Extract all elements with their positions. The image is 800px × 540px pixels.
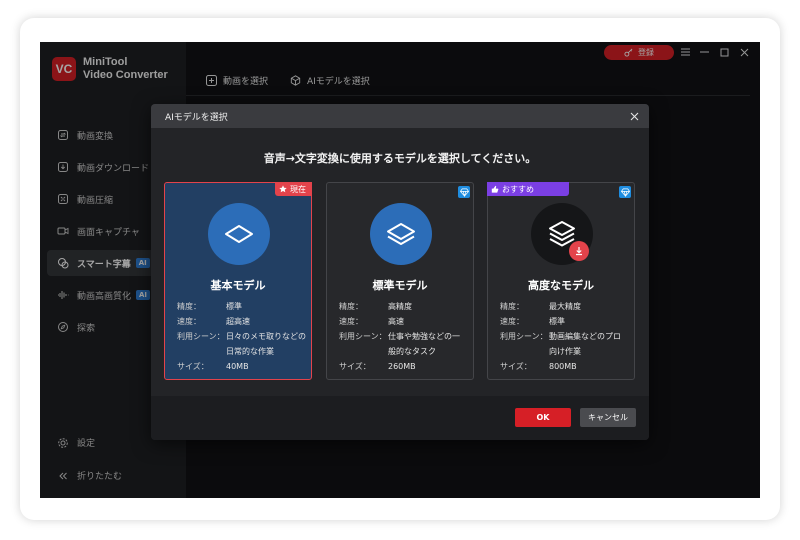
current-badge-label: 現在 bbox=[290, 184, 306, 194]
model-icon-circle bbox=[208, 203, 270, 265]
spec-accuracy: 精度： 最大精度 bbox=[500, 302, 581, 311]
spec-speed: 速度： 高速 bbox=[339, 317, 404, 326]
spec-speed: 速度： 標準 bbox=[500, 317, 565, 326]
cancel-button[interactable]: キャンセル bbox=[580, 408, 636, 427]
model-name: 高度なモデル bbox=[528, 279, 594, 292]
spec-use: 利用シーン： 仕事や勉強などの一 bbox=[339, 332, 460, 341]
model-icon-circle bbox=[370, 203, 432, 265]
model-card-standard[interactable]: 標準モデル 精度： 高精度 速度： 高速 利用シーン： 仕事や勉強などの一 般的なタス… bbox=[326, 182, 474, 380]
spec-size: サイズ： 800MB bbox=[500, 362, 577, 371]
thumbs-up-icon bbox=[491, 185, 499, 193]
model-name: 標準モデル bbox=[372, 279, 428, 292]
layers-icon bbox=[387, 223, 415, 245]
close-icon bbox=[630, 112, 638, 120]
model-name: 基本モデル bbox=[210, 279, 266, 292]
spec-size: サイズ： 260MB bbox=[339, 362, 416, 371]
spec-speed: 速度： 超高速 bbox=[177, 317, 250, 326]
spec-size: サイズ： 40MB bbox=[177, 362, 249, 371]
dialog-title: 音声→文字変換に使用するモデルを選択してください。 bbox=[263, 152, 537, 165]
diamond-icon bbox=[458, 186, 470, 198]
download-icon bbox=[569, 241, 589, 261]
dialog-close-button[interactable] bbox=[627, 109, 641, 123]
model-specs: 精度： 高精度 速度： 高速 利用シーン： 仕事や勉強などの一 般的なタスク サイズ：… bbox=[339, 299, 469, 374]
recommended-badge: おすすめ bbox=[487, 182, 569, 196]
single-layer-icon bbox=[225, 225, 253, 243]
ai-model-dialog: AIモデルを選択 音声→文字変換に使用するモデルを選択してください。 現在 基本… bbox=[151, 104, 649, 440]
current-badge: 現在 bbox=[275, 182, 312, 196]
app-window: VC MiniTool Video Converter 動画変換 動画ダウンロー… bbox=[40, 42, 760, 498]
spec-use: 利用シーン： 日々のメモ取りなどの bbox=[177, 332, 306, 341]
spec-use: 利用シーン： 動画編集などのプロ bbox=[500, 332, 621, 341]
model-specs: 精度： 最大精度 速度： 標準 利用シーン： 動画編集などのプロ 向け作業 サイズ： 8… bbox=[500, 299, 630, 374]
model-card-advanced[interactable]: おすすめ 高度なモデル 精度： 最大精度 速度： 標準 利用シーン： 動画編集などのプ… bbox=[487, 182, 635, 380]
dialog-header: AIモデルを選択 bbox=[151, 104, 649, 128]
model-specs: 精度： 標準 速度： 超高速 利用シーン： 日々のメモ取りなどの 日常的な作業 サイズ… bbox=[177, 299, 307, 374]
model-card-basic[interactable]: 現在 基本モデル 精度： 標準 速度： 超高速 利用シーン： 日々のメモ取りなどの 日… bbox=[164, 182, 312, 380]
spec-use-cont: 日常的な作業 bbox=[226, 347, 274, 356]
dialog-footer: OK キャンセル bbox=[151, 396, 649, 440]
spec-use-cont: 向け作業 bbox=[549, 347, 581, 356]
dialog-header-title: AIモデルを選択 bbox=[165, 112, 228, 123]
recommended-badge-label: おすすめ bbox=[502, 184, 534, 194]
star-icon bbox=[279, 185, 287, 193]
ok-button[interactable]: OK bbox=[515, 408, 571, 427]
spec-accuracy: 精度： 高精度 bbox=[339, 302, 412, 311]
model-icon-circle bbox=[531, 203, 593, 265]
diamond-icon bbox=[619, 186, 631, 198]
spec-use-cont: 般的なタスク bbox=[388, 347, 436, 356]
spec-accuracy: 精度： 標準 bbox=[177, 302, 242, 311]
